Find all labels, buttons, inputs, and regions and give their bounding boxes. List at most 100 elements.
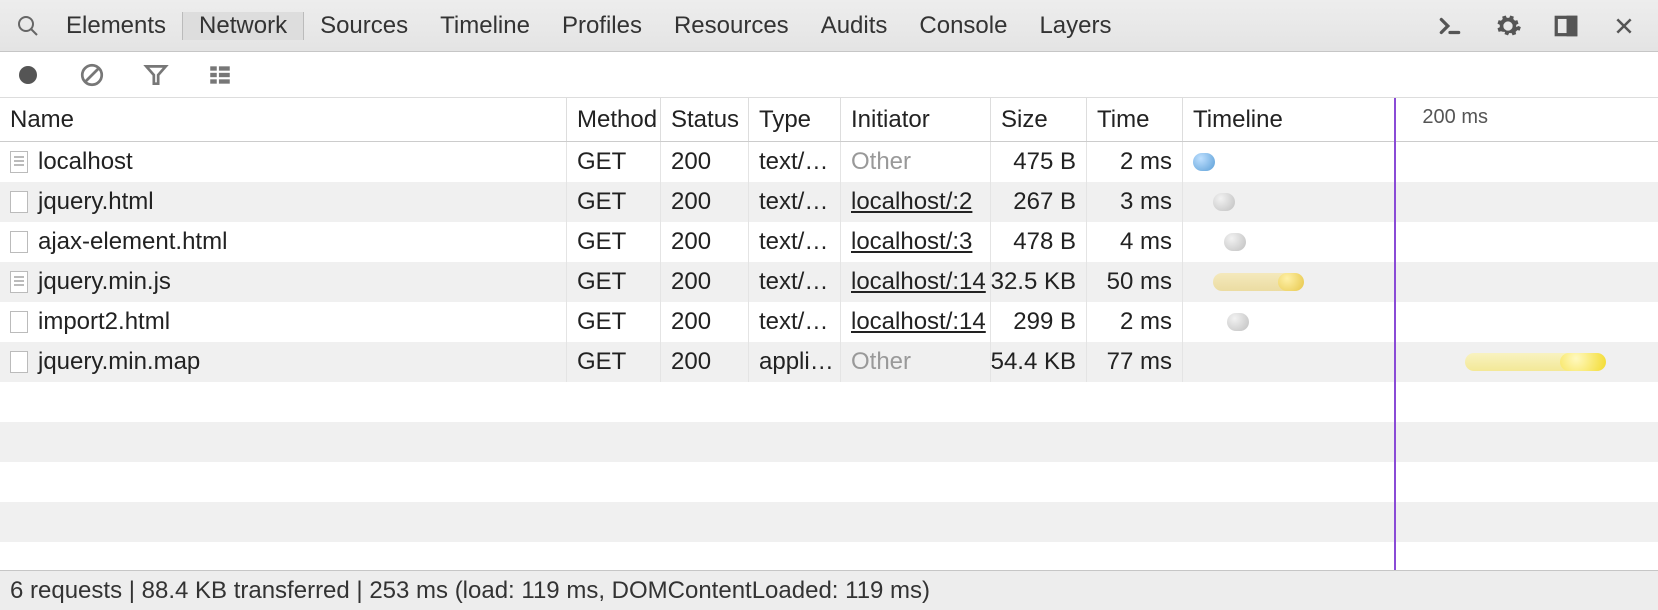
file-icon bbox=[10, 351, 28, 373]
cell-method: GET bbox=[566, 262, 660, 302]
initiator-text: Other bbox=[851, 148, 911, 176]
table-row[interactable]: jquery.min.map GET200appli… Other 54.4 KB77… bbox=[0, 342, 1658, 382]
file-name: localhost bbox=[38, 148, 133, 176]
col-size[interactable]: Size bbox=[990, 98, 1086, 141]
file-icon bbox=[10, 231, 28, 253]
cell-status: 200 bbox=[660, 142, 748, 182]
cell-initiator: localhost/:14 bbox=[840, 302, 990, 342]
cell-method: GET bbox=[566, 342, 660, 382]
cell-size: 267 B bbox=[990, 182, 1086, 222]
table-row[interactable]: ajax-element.html GET200text/… localhost/:… bbox=[0, 222, 1658, 262]
timeline-tick-label: 200 ms bbox=[1422, 106, 1488, 129]
table-row[interactable]: jquery.html GET200text/… localhost/:2 267 B… bbox=[0, 182, 1658, 222]
table-header-row: Name Method Status Type Initiator Size T… bbox=[0, 98, 1658, 142]
network-table: Name Method Status Type Initiator Size T… bbox=[0, 98, 1658, 570]
file-icon bbox=[10, 311, 28, 333]
cell-status: 200 bbox=[660, 262, 748, 302]
devtools-toolbar: Elements Network Sources Timeline Profil… bbox=[0, 0, 1658, 52]
cell-method: GET bbox=[566, 222, 660, 262]
col-type[interactable]: Type bbox=[748, 98, 840, 141]
file-name: import2.html bbox=[38, 308, 170, 336]
file-name: ajax-element.html bbox=[38, 228, 227, 256]
cell-status: 200 bbox=[660, 302, 748, 342]
table-body: localhostGET200text/…Other475 B2 msjquer… bbox=[0, 142, 1658, 570]
table-row[interactable]: jquery.min.jsGET200text/…localhost/:1432… bbox=[0, 262, 1658, 302]
cell-type: text/… bbox=[748, 302, 840, 342]
cell-time: 2 ms bbox=[1086, 302, 1182, 342]
cell-initiator: localhost/:3 bbox=[840, 222, 990, 262]
cell-initiator: localhost/:14 bbox=[840, 262, 990, 302]
tab-audits[interactable]: Audits bbox=[805, 12, 904, 40]
cell-status: 200 bbox=[660, 182, 748, 222]
settings-gear-icon[interactable] bbox=[1486, 4, 1530, 48]
cell-time: 77 ms bbox=[1086, 342, 1182, 382]
dock-side-icon[interactable] bbox=[1544, 4, 1588, 48]
cell-size: 475 B bbox=[990, 142, 1086, 182]
cell-name: jquery.min.js bbox=[0, 262, 566, 302]
file-icon bbox=[10, 151, 28, 173]
view-toggle-icon[interactable] bbox=[206, 61, 234, 89]
col-status[interactable]: Status bbox=[660, 98, 748, 141]
cell-initiator: Other bbox=[840, 342, 990, 382]
console-drawer-icon[interactable] bbox=[1428, 4, 1472, 48]
tab-profiles[interactable]: Profiles bbox=[546, 12, 658, 40]
timeline-marker bbox=[1394, 98, 1396, 570]
filter-icon[interactable] bbox=[142, 61, 170, 89]
initiator-text[interactable]: localhost/:14 bbox=[851, 308, 986, 336]
cell-time: 50 ms bbox=[1086, 262, 1182, 302]
initiator-text[interactable]: localhost/:2 bbox=[851, 188, 972, 216]
cell-size: 32.5 KB bbox=[990, 262, 1086, 302]
file-icon bbox=[10, 191, 28, 213]
cell-name: localhost bbox=[0, 142, 566, 182]
cell-size: 54.4 KB bbox=[990, 342, 1086, 382]
cell-timeline bbox=[1182, 302, 1658, 342]
file-name: jquery.min.map bbox=[38, 348, 200, 376]
cell-timeline bbox=[1182, 182, 1658, 222]
status-bar: 6 requests | 88.4 KB transferred | 253 m… bbox=[0, 570, 1658, 610]
tab-console[interactable]: Console bbox=[903, 12, 1023, 40]
cell-timeline bbox=[1182, 342, 1658, 382]
cell-name: jquery.html bbox=[0, 182, 566, 222]
file-name: jquery.html bbox=[38, 188, 154, 216]
cell-initiator: Other bbox=[840, 142, 990, 182]
cell-type: text/… bbox=[748, 222, 840, 262]
col-timeline[interactable]: Timeline 200 ms bbox=[1182, 98, 1658, 141]
initiator-text[interactable]: localhost/:14 bbox=[851, 268, 986, 296]
table-row[interactable]: localhostGET200text/…Other475 B2 ms bbox=[0, 142, 1658, 182]
file-name: jquery.min.js bbox=[38, 268, 171, 296]
tab-timeline[interactable]: Timeline bbox=[424, 12, 546, 40]
cell-type: appli… bbox=[748, 342, 840, 382]
network-subbar bbox=[0, 52, 1658, 98]
col-method[interactable]: Method bbox=[566, 98, 660, 141]
tab-sources[interactable]: Sources bbox=[304, 12, 424, 40]
record-icon[interactable] bbox=[14, 61, 42, 89]
cell-status: 200 bbox=[660, 222, 748, 262]
col-time[interactable]: Time bbox=[1086, 98, 1182, 141]
col-initiator[interactable]: Initiator bbox=[840, 98, 990, 141]
cell-initiator: localhost/:2 bbox=[840, 182, 990, 222]
tab-resources[interactable]: Resources bbox=[658, 12, 805, 40]
search-icon[interactable] bbox=[6, 4, 50, 48]
cell-method: GET bbox=[566, 302, 660, 342]
table-row[interactable]: import2.html GET200text/… localhost/:14299… bbox=[0, 302, 1658, 342]
cell-status: 200 bbox=[660, 342, 748, 382]
cell-time: 2 ms bbox=[1086, 142, 1182, 182]
cell-size: 299 B bbox=[990, 302, 1086, 342]
file-icon bbox=[10, 271, 28, 293]
clear-icon[interactable] bbox=[78, 61, 106, 89]
cell-size: 478 B bbox=[990, 222, 1086, 262]
cell-timeline bbox=[1182, 142, 1658, 182]
cell-name: ajax-element.html bbox=[0, 222, 566, 262]
cell-method: GET bbox=[566, 182, 660, 222]
cell-type: text/… bbox=[748, 182, 840, 222]
initiator-text: Other bbox=[851, 348, 911, 376]
tab-network[interactable]: Network bbox=[182, 12, 304, 40]
close-icon[interactable] bbox=[1602, 4, 1646, 48]
cell-timeline bbox=[1182, 262, 1658, 302]
cell-method: GET bbox=[566, 142, 660, 182]
tab-layers[interactable]: Layers bbox=[1023, 12, 1127, 40]
col-name[interactable]: Name bbox=[0, 98, 566, 141]
cell-name: jquery.min.map bbox=[0, 342, 566, 382]
initiator-text[interactable]: localhost/:3 bbox=[851, 228, 972, 256]
tab-elements[interactable]: Elements bbox=[50, 12, 182, 40]
